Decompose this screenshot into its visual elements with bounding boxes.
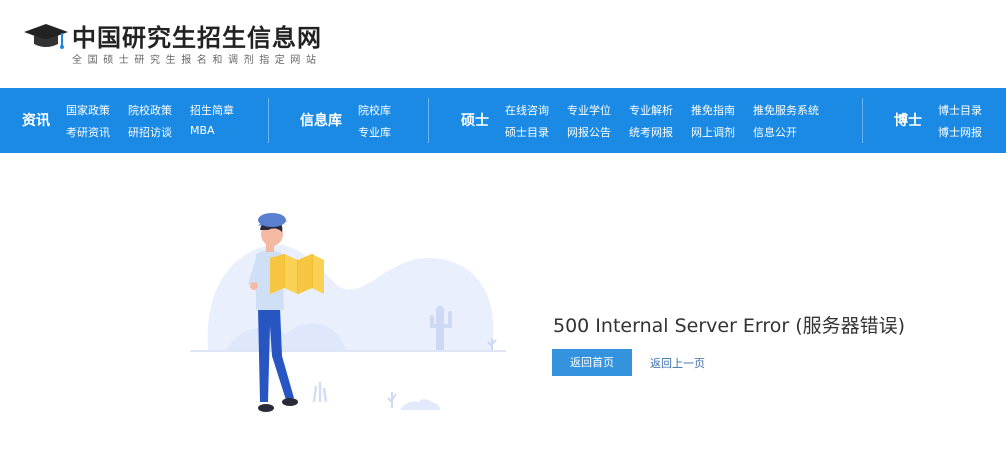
nav-category-boshi[interactable]: 博士 [894,110,922,130]
back-link[interactable]: 返回上一页 [650,355,705,371]
nav-category-xinxiku[interactable]: 信息库 [300,110,342,130]
site-subtitle: 全国硕士研究生报名和调剂指定网站 [72,55,322,66]
nav-link-tuimian-fuwu-xitong[interactable]: 推免服务系统 [753,102,819,118]
site-title: 中国研究生招生信息网 [72,23,322,52]
nav-link-zhaosheng-jianzhang[interactable]: 招生简章 [190,102,234,118]
site-logo[interactable]: 中国研究生招生信息网 全国硕士研究生报名和调剂指定网站 [22,16,342,72]
nav-link-tuimian-zhinan[interactable]: 推免指南 [691,102,735,118]
main-nav: 资讯 国家政策 院校政策 招生简章 考研资讯 研招访谈 MBA 信息库 院校库 … [0,88,1006,153]
nav-link-zhuanye-ku[interactable]: 专业库 [358,124,391,140]
nav-link-xinxi-gongkai[interactable]: 信息公开 [753,124,797,140]
nav-link-guojia-zhengce[interactable]: 国家政策 [66,102,110,118]
nav-link-shuoshi-mulu[interactable]: 硕士目录 [505,124,549,140]
site-header: 中国研究生招生信息网 全国硕士研究生报名和调剂指定网站 [0,0,1006,88]
nav-divider [862,98,863,143]
nav-link-kaoyan-zixun[interactable]: 考研资讯 [66,124,110,140]
nav-link-boshi-wangbao[interactable]: 博士网报 [938,124,982,140]
home-button[interactable]: 返回首页 [552,349,632,376]
nav-link-zaixian-zixun[interactable]: 在线咨询 [505,102,549,118]
nav-link-wangshang-tiaoji[interactable]: 网上调剂 [691,124,735,140]
graduation-cap-icon [24,24,68,49]
nav-divider [428,98,429,143]
nav-link-boshi-mulu[interactable]: 博士目录 [938,102,982,118]
nav-link-wangbao-gonggao[interactable]: 网报公告 [567,124,611,140]
nav-link-tongkao-wangbao[interactable]: 统考网报 [629,124,673,140]
nav-link-yanzhao-fangtan[interactable]: 研招访谈 [128,124,172,140]
error-title: 500 Internal Server Error (服务器错误) [553,315,906,337]
nav-link-zhuanye-xuewei[interactable]: 专业学位 [567,102,611,118]
nav-category-zixun[interactable]: 资讯 [22,110,50,130]
error-illustration [190,213,506,412]
nav-divider [268,98,269,143]
nav-link-mba[interactable]: MBA [190,124,215,137]
nav-link-zhuanye-jiexi[interactable]: 专业解析 [629,102,673,118]
nav-link-yuanxiao-ku[interactable]: 院校库 [358,102,391,118]
nav-category-shuoshi[interactable]: 硕士 [461,110,489,130]
nav-link-yuanxiao-zhengce[interactable]: 院校政策 [128,102,172,118]
